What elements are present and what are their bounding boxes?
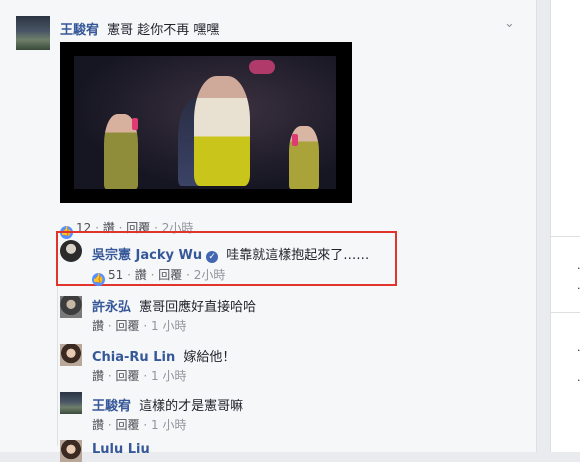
- timestamp[interactable]: 1 小時: [151, 418, 186, 432]
- reply-text: 這樣的才是憲哥嘛: [139, 399, 244, 414]
- chevron-down-icon[interactable]: ⌄: [504, 16, 515, 31]
- post-text: 憲哥 趁你不再 嘿嘿: [107, 23, 220, 38]
- reply-text: 哇靠就這樣抱起來了……: [226, 248, 370, 263]
- timestamp[interactable]: 1 小時: [151, 369, 186, 383]
- like-reaction-icon: 👍: [92, 273, 105, 286]
- concert-screen: [74, 56, 336, 189]
- reply-header: 王駿宥 這樣的才是憲哥嘛: [92, 395, 243, 414]
- like-link[interactable]: 讚: [92, 369, 104, 383]
- right-sidebar-card: · · · ·: [550, 0, 580, 452]
- reply-header: 吳宗憲 Jacky Wu ✓ 哇靠就這樣抱起來了……: [92, 244, 369, 263]
- timestamp[interactable]: 2小時: [194, 268, 226, 282]
- avatar[interactable]: [60, 296, 82, 318]
- reply-header: 許永弘 憲哥回應好直接哈哈: [92, 296, 256, 315]
- avatar[interactable]: [60, 240, 82, 262]
- reply-actions: 讚 · 回覆 · 1 小時: [92, 369, 187, 383]
- reply-author-link[interactable]: 王駿宥: [92, 399, 131, 414]
- microphone: [292, 134, 298, 146]
- avatar[interactable]: [60, 392, 82, 414]
- divider: [551, 236, 580, 237]
- reply-author-link[interactable]: 吳宗憲 Jacky Wu: [92, 248, 202, 263]
- reply-text: 憲哥回應好直接哈哈: [139, 300, 257, 315]
- avatar[interactable]: [60, 440, 82, 462]
- post-photo[interactable]: [60, 42, 352, 203]
- post-header: 王駿宥 憲哥 趁你不再 嘿嘿: [60, 19, 219, 38]
- reply-actions: 讚 · 回覆 · 1 小時: [92, 319, 187, 333]
- avatar[interactable]: [60, 344, 82, 366]
- reply-header: Chia-Ru Lin 嫁給他！: [92, 346, 235, 365]
- like-link[interactable]: 讚: [92, 418, 104, 432]
- performer-figure: [194, 76, 250, 186]
- post-author-link[interactable]: 王駿宥: [60, 23, 99, 38]
- like-link[interactable]: 讚: [92, 319, 104, 333]
- comments-panel: 王駿宥 憲哥 趁你不再 嘿嘿 ⌄ 👍 12 · 讚 · 回覆 · 2小時 吳宗憲 …: [0, 0, 537, 462]
- reply-actions: 讚 · 回覆 · 1 小時: [92, 418, 187, 432]
- avatar[interactable]: [16, 16, 50, 50]
- reply-text: 嫁給他！: [183, 350, 236, 365]
- reply-link[interactable]: 回覆: [158, 268, 182, 282]
- reply-author-link[interactable]: Chia-Ru Lin: [92, 350, 175, 365]
- reply-link[interactable]: 回覆: [116, 369, 140, 383]
- reply-header: Lulu Liu: [92, 442, 150, 457]
- reply-link[interactable]: 回覆: [116, 319, 140, 333]
- reply-actions: 👍 51 · 讚 · 回覆 · 2小時: [92, 268, 226, 286]
- verified-badge-icon: ✓: [206, 251, 219, 263]
- timestamp[interactable]: 1 小時: [151, 319, 186, 333]
- reply-author-link[interactable]: 許永弘: [92, 300, 131, 315]
- like-link[interactable]: 讚: [135, 268, 147, 282]
- divider: [551, 312, 580, 313]
- stage-logo: [249, 60, 275, 74]
- reply-link[interactable]: 回覆: [116, 418, 140, 432]
- microphone: [132, 118, 138, 130]
- reactions-count[interactable]: 51: [108, 268, 123, 282]
- reply-author-link[interactable]: Lulu Liu: [92, 442, 150, 457]
